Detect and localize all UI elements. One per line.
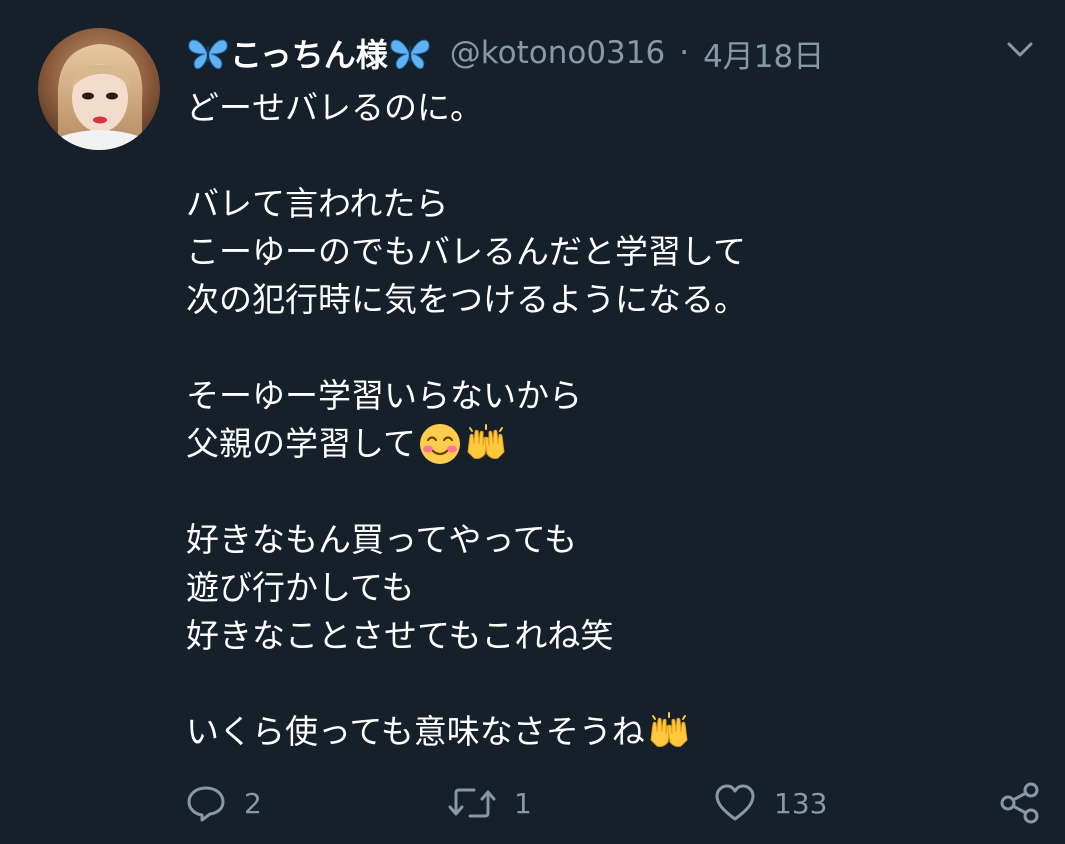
tweet-line: 好きなもん買ってやっても — [186, 520, 578, 559]
tweet-line-with-emoji: 父親の学習して — [186, 420, 1026, 468]
tweet-card: こっちん様 @kotono0316 · 4月18日 どーせバレるのに。 バレて言… — [0, 0, 1065, 844]
reply-icon — [187, 786, 225, 822]
raising-hands-icon — [467, 424, 505, 459]
share-button[interactable] — [998, 775, 1042, 831]
share-icon — [1000, 782, 1039, 824]
butterfly-icon — [390, 39, 430, 70]
like-count: 133 — [774, 786, 828, 820]
reply-count: 2 — [244, 786, 262, 820]
chevron-down-icon — [1007, 42, 1033, 57]
display-name[interactable]: こっちん様 — [186, 30, 432, 76]
blushing-smile-emoji-icon — [420, 424, 461, 464]
more-options-button[interactable] — [1003, 34, 1037, 64]
butterfly-icon — [188, 39, 228, 70]
display-name-text: こっちん様 — [230, 36, 388, 74]
tweet-line: どーせバレるのに。 — [186, 88, 483, 127]
separator-dot: · — [679, 35, 690, 71]
avatar[interactable] — [38, 28, 160, 150]
raising-hands-icon — [650, 712, 688, 747]
tweet-header: こっちん様 @kotono0316 · 4月18日 — [186, 30, 824, 76]
tweet-line: 好きなことさせてもこれね笑 — [186, 616, 614, 655]
heart-icon — [715, 784, 755, 821]
retweet-button[interactable]: 1 — [448, 775, 532, 831]
tweet-line-text: いくら使っても意味なさそうね — [186, 712, 645, 751]
tweet-actions: 2 1 133 — [0, 775, 1065, 831]
tweet-line: 遊び行かしても — [186, 568, 415, 607]
tweet-line: バレて言われたら — [186, 184, 449, 223]
tweet-line: 次の犯行時に気をつけるようになる。 — [186, 280, 747, 319]
user-handle[interactable]: @kotono0316 — [450, 35, 665, 71]
like-button[interactable]: 133 — [714, 775, 827, 831]
retweet-icon — [448, 788, 496, 818]
tweet-line-with-emoji: いくら使っても意味なさそうね — [186, 708, 1026, 756]
reply-button[interactable]: 2 — [186, 775, 262, 831]
avatar-image — [38, 28, 160, 150]
tweet-line: こーゆーのでもバレるんだと学習して — [186, 232, 747, 271]
tweet-line: そーゆー学習いらないから — [186, 376, 582, 415]
retweet-count: 1 — [514, 786, 532, 820]
tweet-line-text: 父親の学習して — [186, 424, 417, 463]
tweet-date[interactable]: 4月18日 — [703, 31, 824, 76]
tweet-text: どーせバレるのに。 バレて言われたら こーゆーのでもバレるんだと学習して 次の犯… — [186, 84, 1026, 756]
